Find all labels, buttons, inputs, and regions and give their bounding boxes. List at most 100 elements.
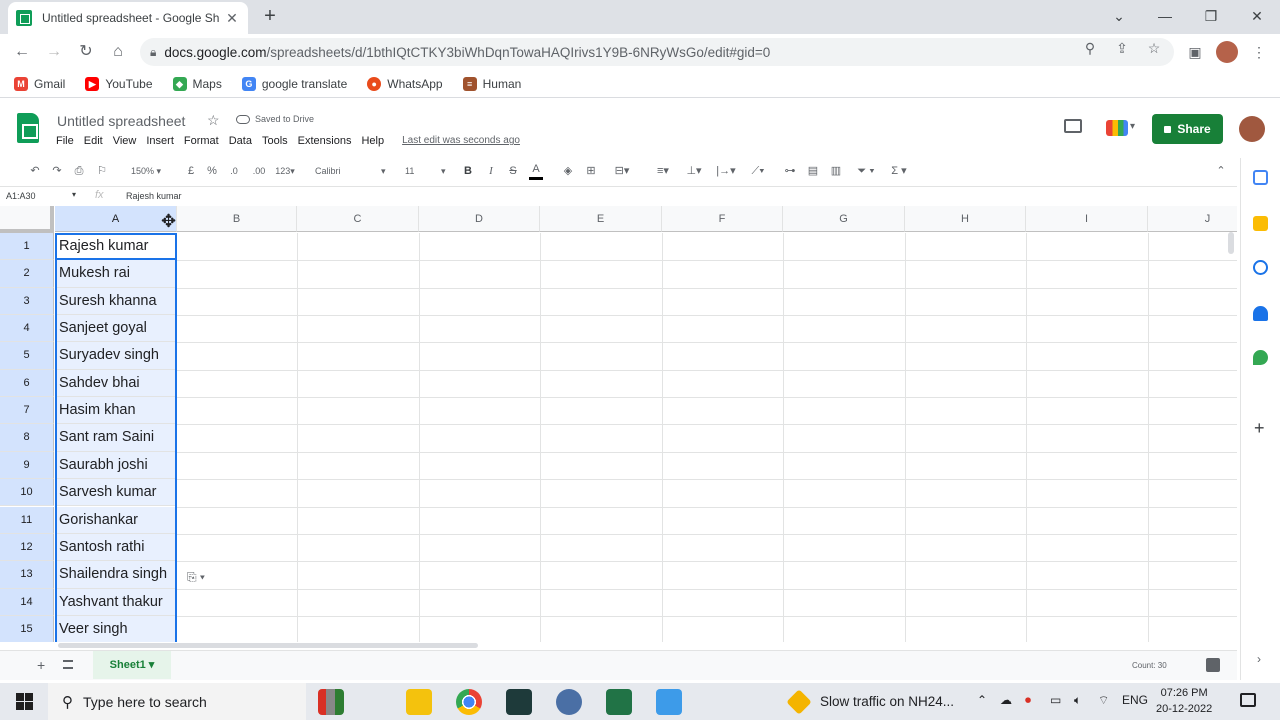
browser-menu-icon[interactable]: ⋮ — [1245, 38, 1273, 66]
zoom-select[interactable]: 150% ▾ — [126, 160, 166, 182]
font-size-select[interactable]: 11 ▾ — [405, 160, 447, 182]
bookmark-google-translate[interactable]: Ggoogle translate — [241, 76, 347, 91]
sheet-tab-sheet1[interactable]: Sheet1 ▾ — [93, 651, 171, 679]
home-button[interactable]: ⌂ — [102, 36, 134, 68]
vpn-app-icon[interactable] — [556, 689, 582, 715]
profile-avatar[interactable] — [1213, 38, 1241, 66]
horizontal-align-icon[interactable]: ≡▾ — [651, 160, 675, 182]
text-color-button[interactable]: A — [529, 160, 543, 180]
side-panel-icon[interactable]: ▣ — [1181, 38, 1209, 66]
bold-button[interactable]: B — [462, 160, 474, 182]
print-icon[interactable]: ⎙ — [72, 160, 86, 182]
collapse-side-panel-icon[interactable]: › — [1257, 652, 1261, 666]
row-header[interactable]: 5 — [0, 342, 54, 370]
functions-button[interactable]: Σ ▾ — [886, 160, 912, 182]
show-hidden-icons[interactable]: ⌃ — [977, 693, 987, 707]
row-header[interactable]: 13 — [0, 561, 54, 589]
tasks-icon[interactable] — [1253, 260, 1268, 275]
star-icon[interactable]: ☆ — [207, 112, 220, 129]
volume-icon[interactable]: 🔈︎ — [1074, 693, 1081, 708]
collapse-menus-icon[interactable]: ⌃ — [1213, 160, 1229, 182]
menu-edit[interactable]: Edit — [84, 135, 103, 147]
menu-help[interactable]: Help — [361, 135, 384, 147]
row-header[interactable]: 12 — [0, 533, 54, 562]
contacts-icon[interactable] — [1253, 306, 1268, 321]
select-all-corner[interactable] — [0, 206, 54, 233]
minimize-button[interactable]: — — [1142, 0, 1188, 34]
row-header[interactable]: 6 — [0, 369, 54, 398]
text-wrapping-icon[interactable]: |→▾ — [713, 160, 739, 182]
search-highlight-icon[interactable] — [318, 689, 344, 715]
back-button[interactable]: ← — [6, 36, 38, 68]
insert-comment-icon[interactable]: ▤ — [806, 160, 820, 182]
text-rotation-icon[interactable]: ⟋▾ — [745, 160, 771, 182]
vertical-scrollbar[interactable] — [1228, 232, 1234, 254]
menu-file[interactable]: File — [56, 135, 74, 147]
spreadsheet-grid[interactable]: A B C D E F G H I J ✥ 1 Rajesh kumar 2 Muke… — [0, 206, 1237, 642]
row-header[interactable]: 15 — [0, 615, 54, 642]
system-clock[interactable]: 07:26 PM 20-12-2022 — [1156, 685, 1212, 717]
terminal-app-icon[interactable] — [506, 689, 532, 715]
decrease-decimal-button[interactable]: .0 — [226, 160, 242, 182]
undo-icon[interactable]: ↶ — [28, 160, 42, 182]
language-indicator[interactable]: ENG — [1122, 693, 1148, 707]
strikethrough-button[interactable]: S — [507, 160, 519, 182]
new-tab-button[interactable]: + — [258, 5, 282, 29]
insert-link-icon[interactable]: ⊶ — [782, 160, 798, 182]
menu-view[interactable]: View — [113, 135, 137, 147]
bookmark-star-icon[interactable]: ☆ — [1144, 40, 1164, 60]
bookmark-human[interactable]: ≡ Human — [462, 76, 521, 91]
row-header[interactable]: 7 — [0, 397, 54, 425]
insert-chart-icon[interactable]: ▥ — [829, 160, 843, 182]
row-header[interactable]: 8 — [0, 424, 54, 452]
sheets-logo-icon[interactable] — [17, 113, 39, 143]
menu-data[interactable]: Data — [229, 135, 252, 147]
column-header-i[interactable]: I — [1026, 206, 1148, 232]
all-sheets-icon[interactable] — [63, 660, 73, 669]
row-header[interactable]: 4 — [0, 315, 54, 343]
count-summary[interactable]: Count: 30 — [1132, 661, 1167, 670]
zoom-search-icon[interactable]: ⚲ — [1080, 40, 1100, 60]
paste-options-icon[interactable]: ⎘ ▾ — [187, 570, 205, 585]
paint-format-icon[interactable]: ⚐ — [95, 160, 109, 182]
merge-cells-icon[interactable]: ⊟▾ — [608, 160, 636, 182]
menu-extensions[interactable]: Extensions — [298, 135, 352, 147]
explore-icon[interactable] — [1206, 658, 1220, 672]
notification-icon[interactable] — [1240, 693, 1256, 707]
document-title[interactable]: Untitled spreadsheet — [57, 113, 185, 129]
taskbar-search[interactable]: ⚲ Type here to search — [48, 683, 306, 720]
chevron-down-icon[interactable]: ▾ — [1130, 121, 1135, 132]
record-icon[interactable]: ⏺ — [1025, 693, 1031, 708]
bookmark-youtube[interactable]: ▶ YouTube — [85, 76, 153, 91]
filter-icon[interactable]: ⏷ ▾ — [852, 160, 880, 182]
bookmark-gmail[interactable]: M Gmail — [14, 76, 65, 91]
comment-history-icon[interactable] — [1064, 119, 1082, 133]
menu-format[interactable]: Format — [184, 135, 219, 147]
bookmark-whatsapp[interactable]: ● WhatsApp — [367, 76, 443, 91]
column-header-b[interactable]: B — [177, 206, 297, 232]
add-addon-icon[interactable]: + — [1254, 418, 1265, 439]
chrome-icon[interactable] — [456, 689, 482, 715]
restore-button[interactable]: ❐ — [1188, 0, 1234, 34]
share-page-icon[interactable]: ⇪ — [1112, 40, 1132, 60]
account-avatar[interactable] — [1239, 116, 1265, 142]
menu-insert[interactable]: Insert — [146, 135, 174, 147]
meet-icon[interactable] — [1106, 120, 1128, 136]
column-header-c[interactable]: C — [297, 206, 419, 232]
last-edit-link[interactable]: Last edit was seconds ago — [402, 135, 520, 147]
remote-desktop-icon[interactable] — [656, 689, 682, 715]
save-status[interactable]: Saved to Drive — [236, 114, 314, 124]
close-tab-icon[interactable]: ✕ — [224, 10, 240, 27]
more-formats-button[interactable]: 123▾ — [272, 160, 298, 182]
onedrive-icon[interactable]: ☁ — [1000, 693, 1012, 707]
wifi-icon[interactable]: ⌔ — [1098, 693, 1109, 708]
forward-button[interactable]: → — [38, 36, 70, 68]
tab-search-icon[interactable]: ⌄ — [1096, 0, 1142, 34]
vertical-align-icon[interactable]: ⊥▾ — [682, 160, 706, 182]
row-header[interactable]: 3 — [0, 287, 54, 316]
reload-button[interactable]: ↻ — [70, 36, 102, 68]
column-header-h[interactable]: H — [905, 206, 1026, 232]
windows-start-icon[interactable] — [16, 693, 33, 710]
browser-tab[interactable]: Untitled spreadsheet - Google Sh ✕ — [8, 2, 248, 34]
increase-decimal-button[interactable]: .00 — [250, 160, 268, 182]
